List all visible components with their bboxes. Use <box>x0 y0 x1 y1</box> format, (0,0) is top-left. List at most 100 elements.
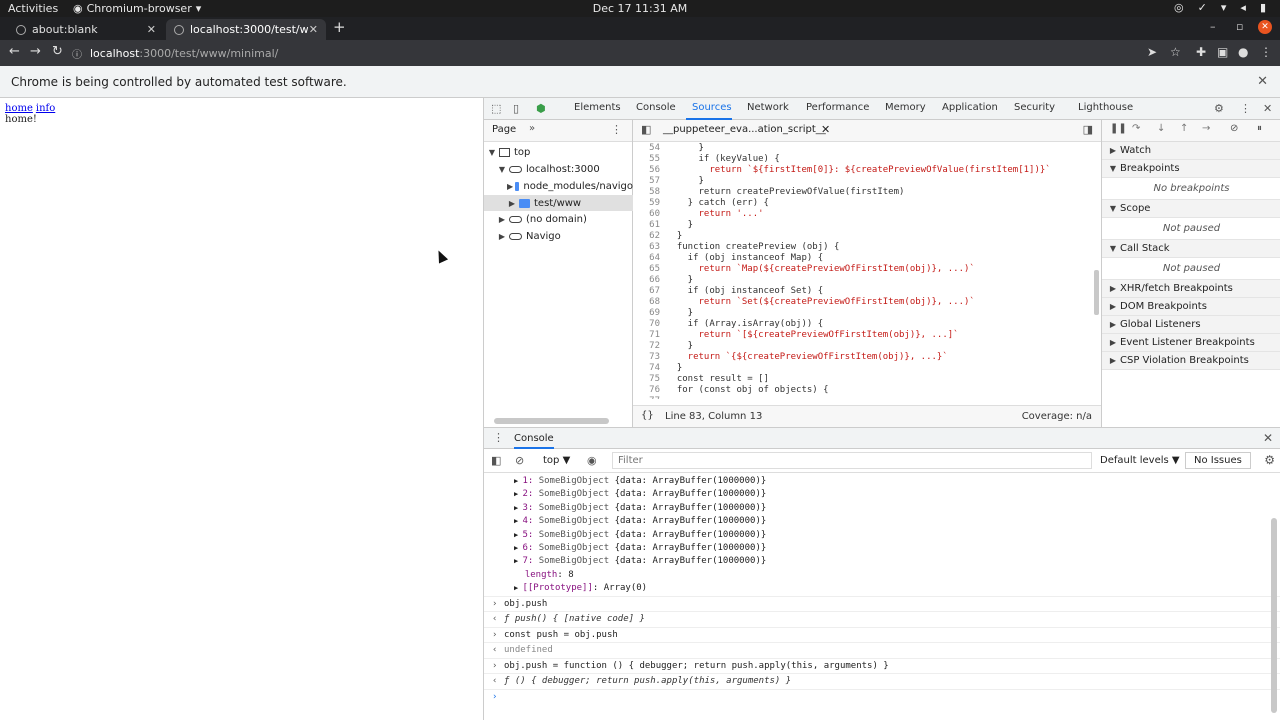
file-tab[interactable]: __puppeteer_eva...ation_script__ <box>663 124 826 135</box>
code-line[interactable]: 57 } <box>633 176 1101 187</box>
code-line[interactable]: 63 function createPreview (obj) { <box>633 242 1101 253</box>
console-scrollbar[interactable] <box>1271 518 1277 713</box>
code-line[interactable]: 74 } <box>633 363 1101 374</box>
close-icon[interactable]: ✕ <box>1263 102 1272 115</box>
line-number[interactable]: 71 <box>633 330 666 341</box>
section-toggle-icon[interactable]: ▶ <box>1108 338 1118 347</box>
tree-item-test-www[interactable]: ▶ test/www <box>484 195 633 211</box>
code-line[interactable]: 61 } <box>633 220 1101 231</box>
section-toggle-icon[interactable]: ▶ <box>1108 146 1118 155</box>
console-prompt-input[interactable]: › <box>484 688 1280 705</box>
code-line[interactable]: 60 return '...' <box>633 209 1101 220</box>
tab-sources[interactable]: Sources <box>692 102 732 113</box>
tree-item-top[interactable]: ▼ top <box>484 144 633 160</box>
editor-vertical-scrollbar[interactable] <box>1094 270 1099 315</box>
console-result-entry[interactable]: ‹ ƒ () { debugger; return push.apply(this… <box>484 673 1280 689</box>
code-line[interactable]: 72 } <box>633 341 1101 352</box>
deactivate-breakpoints-icon[interactable]: ⊘ <box>1230 123 1238 134</box>
code-line[interactable]: 68 return `Set(${createPreviewOfFirstIte… <box>633 297 1101 308</box>
context-selector[interactable]: top ▼ <box>543 455 570 466</box>
code-line[interactable]: 55 if (keyValue) { <box>633 154 1101 165</box>
system-tray[interactable]: ◎ ✓ ▾ ◂ ▮ <box>1174 1 1266 14</box>
home-link[interactable]: home <box>5 103 33 114</box>
log-levels-dropdown[interactable]: Default levels ▼ <box>1100 455 1180 466</box>
section-toggle-icon[interactable]: ▶ <box>1108 284 1118 293</box>
console-input-entry[interactable]: › const push = obj.push <box>484 626 1280 643</box>
tree-toggle-icon[interactable]: ▶ <box>497 232 507 241</box>
live-expression-eye-icon[interactable]: ◉ <box>587 454 597 467</box>
tab-elements[interactable]: Elements <box>574 102 621 113</box>
tab-network[interactable]: Network <box>747 102 789 113</box>
tree-toggle-icon[interactable]: ▶ <box>497 215 507 224</box>
pause-icon[interactable]: ❚❚ <box>1110 123 1127 134</box>
array-entry[interactable]: ▶ 5: SomeBigObject {data: ArrayBuffer(10… <box>484 529 1280 542</box>
bookmark-star-icon[interactable]: ☆ <box>1170 45 1181 59</box>
line-number[interactable]: 60 <box>633 209 666 220</box>
activities-button[interactable]: Activities <box>8 2 58 15</box>
code-line[interactable]: 76 for (const obj of objects) { <box>633 385 1101 396</box>
toggle-debugger-icon[interactable]: ◨ <box>1083 123 1093 136</box>
address-bar[interactable]: ⓘ localhost :3000/test/www/minimal/ <box>72 43 1132 63</box>
line-number[interactable]: 57 <box>633 176 666 187</box>
filter-input[interactable] <box>612 452 1092 469</box>
close-icon[interactable]: ✕ <box>309 23 318 36</box>
debugger-section-watch[interactable]: ▶ Watch <box>1102 142 1280 160</box>
step-into-icon[interactable]: ↓ <box>1157 123 1165 134</box>
tree-item-no-domain[interactable]: ▶ (no domain) <box>484 211 633 227</box>
section-toggle-icon[interactable]: ▶ <box>1108 320 1118 329</box>
tab-about-blank[interactable]: about:blank ✕ <box>8 19 164 40</box>
line-number[interactable]: 64 <box>633 253 666 264</box>
inspect-element-icon[interactable]: ⬚ <box>491 102 501 115</box>
close-icon[interactable]: ✕ <box>147 23 156 36</box>
info-icon[interactable]: ⓘ <box>72 46 82 61</box>
navigator-scrollbar[interactable] <box>494 418 609 424</box>
settings-gear-icon[interactable]: ⚙ <box>1214 102 1224 115</box>
tab-console-drawer[interactable]: Console <box>514 433 554 449</box>
code-line[interactable]: 65 return `Map(${createPreviewOfFirstIte… <box>633 264 1101 275</box>
node-icon[interactable]: ⬢ <box>536 102 546 115</box>
tab-memory[interactable]: Memory <box>885 102 926 113</box>
debugger-section-csp-violation-breakpoints[interactable]: ▶ CSP Violation Breakpoints <box>1102 352 1280 370</box>
line-number[interactable]: 77 <box>633 396 666 399</box>
tab-lighthouse[interactable]: Lighthouse <box>1078 102 1133 113</box>
step-icon[interactable]: → <box>1202 123 1210 134</box>
line-number[interactable]: 66 <box>633 275 666 286</box>
console-output[interactable]: ▶ 1: SomeBigObject {data: ArrayBuffer(10… <box>484 473 1280 720</box>
code-line[interactable]: 69 } <box>633 308 1101 319</box>
code-line[interactable]: 66 } <box>633 275 1101 286</box>
tab-console[interactable]: Console <box>636 102 676 113</box>
step-over-icon[interactable]: ↷ <box>1132 123 1140 134</box>
navigator-menu-kebab-icon[interactable]: ⋮ <box>611 123 622 136</box>
tree-item-navigo[interactable]: ▶ Navigo <box>484 228 633 244</box>
tab-security[interactable]: Security <box>1014 102 1055 113</box>
tree-toggle-icon[interactable]: ▼ <box>497 165 507 174</box>
line-number[interactable]: 55 <box>633 154 666 165</box>
array-entry[interactable]: ▶ 3: SomeBigObject {data: ArrayBuffer(10… <box>484 502 1280 515</box>
more-kebab-icon[interactable]: ⋮ <box>1240 102 1251 115</box>
app-menu[interactable]: ◉ Chromium-browser ▾ <box>73 2 201 15</box>
line-number[interactable]: 74 <box>633 363 666 374</box>
section-toggle-icon[interactable]: ▶ <box>1108 302 1118 311</box>
array-entry[interactable]: ▶ 1: SomeBigObject {data: ArrayBuffer(10… <box>484 475 1280 488</box>
line-number[interactable]: 75 <box>633 374 666 385</box>
line-number[interactable]: 76 <box>633 385 666 396</box>
console-settings-gear-icon[interactable]: ⚙ <box>1264 453 1275 467</box>
console-input-entry[interactable]: › obj.push = function () { debugger; retu… <box>484 657 1280 674</box>
section-toggle-icon[interactable]: ▶ <box>1108 356 1118 365</box>
console-result-entry[interactable]: ‹ undefined <box>484 642 1280 658</box>
code-line[interactable]: 62 } <box>633 231 1101 242</box>
line-number[interactable]: 72 <box>633 341 666 352</box>
line-number[interactable]: 61 <box>633 220 666 231</box>
code-line[interactable]: 70 if (Array.isArray(obj)) { <box>633 319 1101 330</box>
array-entry[interactable]: ▶ 4: SomeBigObject {data: ArrayBuffer(10… <box>484 515 1280 528</box>
send-icon[interactable]: ➤ <box>1147 45 1157 59</box>
debugger-section-scope[interactable]: ▼ Scope <box>1102 200 1280 218</box>
line-number[interactable]: 69 <box>633 308 666 319</box>
line-number[interactable]: 65 <box>633 264 666 275</box>
line-number[interactable]: 58 <box>633 187 666 198</box>
code-line[interactable]: 75 const result = [] <box>633 374 1101 385</box>
debugger-section-dom-breakpoints[interactable]: ▶ DOM Breakpoints <box>1102 298 1280 316</box>
section-toggle-icon[interactable]: ▼ <box>1108 204 1118 213</box>
line-number[interactable]: 63 <box>633 242 666 253</box>
console-result-entry[interactable]: ‹ ƒ push() { [native code] } <box>484 611 1280 627</box>
